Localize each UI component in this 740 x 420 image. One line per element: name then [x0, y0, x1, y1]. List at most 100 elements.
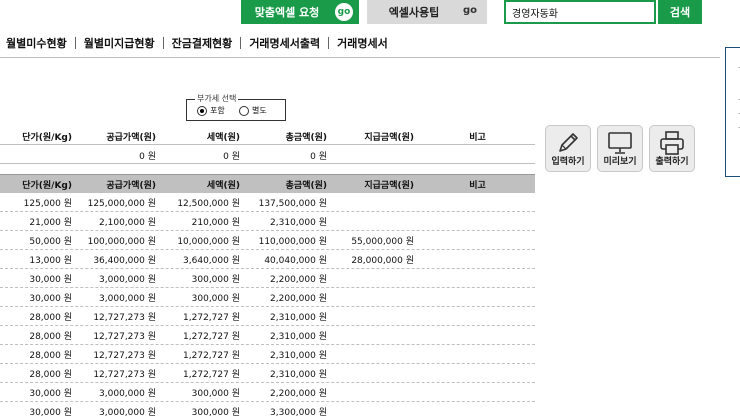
header-paid: 지급금액(원) — [364, 133, 414, 143]
cell-supply-amount: 3,000,000 원 — [99, 293, 156, 304]
cell-total: 3,300,000 원 — [270, 407, 327, 418]
nav-monthly-unpaid[interactable]: 월별미지급현황 — [76, 35, 163, 51]
excel-tips-label: 엑셀사용팁 — [388, 6, 440, 19]
cell-supply-amount: 100,000,000 원 — [87, 236, 156, 247]
cell-total: 110,000,000 원 — [258, 236, 327, 247]
header-supply-amount: 공급가액(원) — [106, 133, 156, 143]
custom-excel-request-label: 맞춤엑셀 요청 — [254, 6, 320, 19]
cell-remarks — [420, 307, 535, 325]
header-unit-price: 단가(원/Kg) — [22, 133, 72, 143]
cell-tax: 300,000 원 — [191, 274, 240, 285]
cell-total: 2,310,000 원 — [270, 217, 327, 228]
cell-unit-price: 30,000 원 — [29, 407, 72, 418]
cell-remarks — [420, 193, 535, 211]
nav-divider-line — [0, 57, 720, 58]
cell-remarks — [420, 212, 535, 230]
table-row: 30,000 원 3,000,000 원 300,000 원 3,300,000 원 — [0, 402, 535, 420]
search-input[interactable] — [504, 0, 656, 24]
cell-remarks — [420, 231, 535, 249]
cell-supply-amount: 3,000,000 원 — [99, 388, 156, 399]
vat-included-label: 포함 — [210, 106, 225, 115]
cell-tax: 3,640,000 원 — [183, 255, 240, 266]
cell-supply-amount: 12,727,273 원 — [93, 369, 156, 380]
cell-total: 2,310,000 원 — [270, 331, 327, 342]
cell-unit-price: 125,000 원 — [23, 198, 72, 209]
cell-supply-amount: 12,727,273 원 — [93, 312, 156, 323]
vat-separate-label: 별도 — [252, 106, 267, 115]
go-icon: go — [462, 5, 477, 16]
column-header-paid: 지급금액(원) — [364, 180, 414, 191]
cell-tax: 300,000 원 — [191, 407, 240, 418]
cell-paid — [332, 326, 414, 344]
cell-paid: 55,000,000 원 — [351, 236, 414, 247]
cell-total: 2,310,000 원 — [270, 312, 327, 323]
header-total: 총금액(원) — [285, 133, 327, 143]
cell-unit-price: 28,000 원 — [29, 331, 72, 342]
cell-total: 137,500,000 원 — [258, 198, 327, 209]
cell-unit-price: 13,000 원 — [29, 255, 72, 266]
cell-paid: 28,000,000 원 — [351, 255, 414, 266]
cell-total: 2,310,000 원 — [270, 369, 327, 380]
summary-tax: 0 원 — [223, 151, 240, 162]
table-row: 50,000 원 100,000,000 원 10,000,000 원 110,000… — [0, 231, 535, 250]
cell-paid — [332, 307, 414, 325]
summary-total: 0 원 — [310, 151, 327, 162]
cell-total: 2,200,000 원 — [270, 274, 327, 285]
vat-included-radio[interactable]: 포함 — [197, 105, 225, 116]
monitor-icon — [608, 132, 632, 154]
column-header-unit-price: 단가(원/Kg) — [22, 180, 72, 191]
go-icon: go — [335, 3, 353, 21]
cell-paid — [332, 364, 414, 382]
column-header-supply-amount: 공급가액(원) — [106, 180, 156, 191]
cell-unit-price: 30,000 원 — [29, 293, 72, 304]
header-tax: 세액(원) — [206, 133, 240, 143]
cell-remarks — [420, 383, 535, 401]
vat-separate-radio[interactable]: 별도 — [239, 105, 267, 116]
input-button[interactable]: 입력하기 — [545, 125, 591, 172]
cell-tax: 12,500,000 원 — [177, 198, 240, 209]
cell-supply-amount: 36,400,000 원 — [93, 255, 156, 266]
column-header-total: 총금액(원) — [285, 180, 327, 191]
cell-remarks — [420, 250, 535, 268]
radio-selected-icon — [197, 105, 207, 116]
print-button[interactable]: 출력하기 — [649, 125, 695, 172]
summary-remarks — [420, 147, 535, 163]
vat-selection-legend: 부가세 선택 — [195, 93, 239, 104]
cell-unit-price: 28,000 원 — [29, 350, 72, 361]
preview-button[interactable]: 미리보기 — [597, 125, 643, 172]
cell-total: 2,200,000 원 — [270, 293, 327, 304]
summary-paid — [332, 147, 414, 163]
vat-selection-group: 부가세 선택 포함 별도 — [186, 93, 286, 121]
table-row: 30,000 원 3,000,000 원 300,000 원 2,200,000 원 — [0, 383, 535, 402]
radio-unselected-icon — [239, 105, 249, 116]
cell-remarks — [420, 364, 535, 382]
cell-unit-price: 50,000 원 — [29, 236, 72, 247]
search-button[interactable]: 검색 — [658, 0, 702, 24]
cell-paid — [332, 193, 414, 211]
cell-tax: 300,000 원 — [191, 293, 240, 304]
excel-tips-button[interactable]: 엑셀사용팁 go — [367, 0, 487, 24]
nav-balance-settlement[interactable]: 잔금결제현황 — [164, 35, 241, 51]
custom-excel-request-button[interactable]: 맞춤엑셀 요청 go — [241, 0, 359, 24]
table-body: 125,000 원 125,000,000 원 12,500,000 원 137,50… — [0, 193, 535, 420]
table-row: 30,000 원 3,000,000 원 300,000 원 2,200,000 원 — [0, 269, 535, 288]
cell-supply-amount: 3,000,000 원 — [99, 407, 156, 418]
summary-supply-amount: 0 원 — [139, 151, 156, 162]
header-remarks: 비고 — [469, 133, 486, 143]
table-row: 125,000 원 125,000,000 원 12,500,000 원 137,50… — [0, 193, 535, 212]
column-header-tax: 세액(원) — [206, 180, 240, 191]
table-row: 28,000 원 12,727,273 원 1,272,727 원 2,310,000… — [0, 345, 535, 364]
cell-paid — [332, 402, 414, 420]
nav-statement[interactable]: 거래명세서 — [329, 35, 396, 51]
cell-remarks — [420, 326, 535, 344]
cell-total: 40,040,000 원 — [264, 255, 327, 266]
cell-total: 2,200,000 원 — [270, 388, 327, 399]
nav-monthly-receivables[interactable]: 월별미수현황 — [0, 35, 75, 51]
table-row: 13,000 원 36,400,000 원 3,640,000 원 40,040,00… — [0, 250, 535, 269]
table-row: 28,000 원 12,727,273 원 1,272,727 원 2,310,000… — [0, 307, 535, 326]
printer-icon — [660, 131, 684, 155]
cell-unit-price: 28,000 원 — [29, 369, 72, 380]
cell-paid — [332, 345, 414, 363]
nav-statement-print[interactable]: 거래명세서출력 — [241, 35, 328, 51]
column-header-remarks: 비고 — [469, 180, 486, 191]
